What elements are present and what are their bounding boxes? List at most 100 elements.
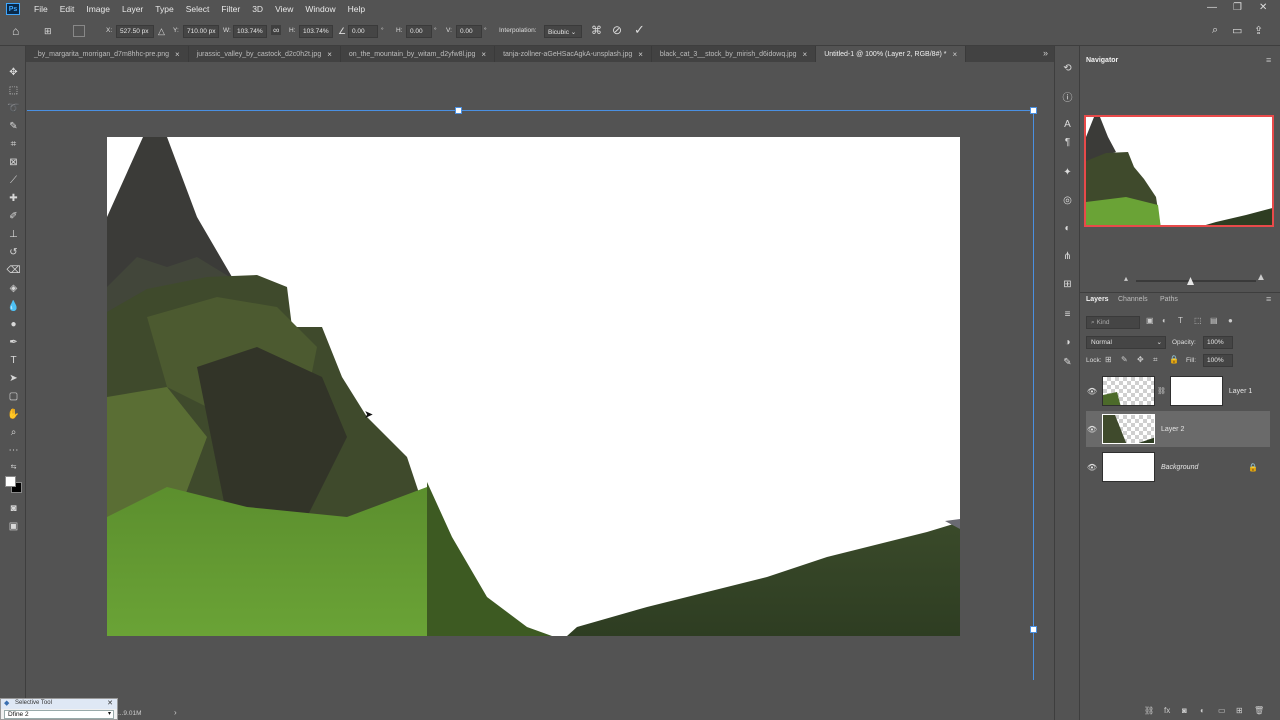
styles-icon[interactable]: ◑ xyxy=(1061,336,1074,349)
close-tab-icon[interactable]: × xyxy=(481,50,486,59)
workspace-icon[interactable]: ▭ xyxy=(1232,24,1242,37)
transform-handle-right[interactable] xyxy=(1030,626,1037,633)
tab-jurassic[interactable]: jurassic_valley_by_castock_d2c0h2t.jpg × xyxy=(189,46,341,62)
cancel-transform-icon[interactable]: ⊘ xyxy=(612,23,622,37)
opacity-field[interactable]: 100% xyxy=(1203,336,1233,349)
home-icon[interactable]: ⌂ xyxy=(12,24,19,38)
layers-tab[interactable]: Layers xyxy=(1086,296,1109,303)
lock-pixels-icon[interactable]: ✎ xyxy=(1121,355,1128,364)
menu-select[interactable]: Select xyxy=(180,4,216,14)
tab-untitled[interactable]: Untitled-1 @ 100% (Layer 2, RGB/8#) * × xyxy=(816,46,967,62)
reference-point-icon[interactable]: ⊞ xyxy=(44,26,52,37)
zoom-out-icon[interactable]: ▴ xyxy=(1124,274,1128,283)
filter-adjustment-icon[interactable]: ◐ xyxy=(1162,316,1167,325)
menu-file[interactable]: File xyxy=(28,4,54,14)
search-icon[interactable]: ⌕ xyxy=(1212,24,1218,37)
link-layers-icon[interactable]: ⛓ xyxy=(1144,706,1154,715)
h-skew-field[interactable]: 0.00 xyxy=(406,25,432,38)
filter-type-icon[interactable]: T xyxy=(1178,316,1183,325)
layer-style-icon[interactable]: fx xyxy=(1164,706,1170,715)
healing-brush-tool-icon[interactable]: ✚ xyxy=(7,192,20,205)
new-group-icon[interactable]: ▭ xyxy=(1218,706,1226,715)
close-tab-icon[interactable]: × xyxy=(327,50,332,59)
warp-icon[interactable]: ⌘ xyxy=(591,24,602,37)
visibility-eye-icon[interactable]: 👁 xyxy=(1086,387,1098,396)
minimize-icon[interactable]: — xyxy=(1207,2,1217,13)
navigator-tab[interactable]: Navigator xyxy=(1086,57,1118,64)
hand-tool-icon[interactable]: ✋ xyxy=(7,408,20,421)
quick-mask-icon[interactable]: ◙ xyxy=(7,502,20,515)
panel-menu-icon[interactable]: ≡ xyxy=(1266,55,1271,65)
close-tab-icon[interactable]: × xyxy=(638,50,643,59)
lock-transparency-icon[interactable]: ⊞ xyxy=(1105,355,1112,364)
blend-mode-select[interactable]: Normal ⌄ xyxy=(1086,336,1166,349)
commit-transform-icon[interactable]: ✓ xyxy=(634,22,645,38)
close-icon[interactable]: ✕ xyxy=(1259,2,1267,13)
swatches-icon[interactable]: ⊞ xyxy=(1061,278,1074,291)
link-icon[interactable]: ∞ xyxy=(271,25,282,35)
visibility-eye-icon[interactable]: 👁 xyxy=(1086,425,1098,434)
character-icon[interactable]: A xyxy=(1061,118,1074,131)
layer-row-background[interactable]: 👁 Background 🔒 xyxy=(1086,449,1270,485)
eraser-tool-icon[interactable]: ⌫ xyxy=(6,264,20,277)
visibility-eye-icon[interactable]: 👁 xyxy=(1086,463,1098,472)
lock-all-icon[interactable]: 🔒 xyxy=(1169,355,1179,364)
zoom-slider-track[interactable] xyxy=(1136,280,1256,282)
new-layer-icon[interactable]: ⊞ xyxy=(1236,706,1243,715)
color-icon[interactable]: ◐ xyxy=(1061,222,1074,235)
filter-toggle-icon[interactable]: ● xyxy=(1228,316,1233,325)
paths-tab[interactable]: Paths xyxy=(1160,296,1178,303)
menu-type[interactable]: Type xyxy=(149,4,179,14)
document-canvas[interactable] xyxy=(107,137,960,636)
type-tool-icon[interactable]: T xyxy=(7,354,20,367)
rectangle-tool-icon[interactable]: ▢ xyxy=(7,390,20,403)
paint-bucket-tool-icon[interactable]: ◈ xyxy=(7,282,20,295)
y-field[interactable]: 710.00 px xyxy=(183,25,219,38)
crop-tool-icon[interactable]: ⌗ xyxy=(7,138,20,151)
eyedropper-tool-icon[interactable]: ⟋ xyxy=(7,174,20,187)
status-arrow-icon[interactable]: › xyxy=(174,708,177,717)
quick-select-tool-icon[interactable]: ✎ xyxy=(7,120,20,133)
filter-shape-icon[interactable]: ⬚ xyxy=(1194,316,1202,325)
selective-tool-select[interactable]: Dfine 2 ▾ xyxy=(4,710,114,719)
close-tab-icon[interactable]: × xyxy=(803,50,808,59)
v-skew-field[interactable]: 0.00 xyxy=(456,25,482,38)
lock-artboard-icon[interactable]: ⌗ xyxy=(1153,355,1158,365)
lock-position-icon[interactable]: ✥ xyxy=(1137,355,1144,364)
libraries-icon[interactable]: ◎ xyxy=(1061,194,1074,207)
x-field[interactable]: 527.50 px xyxy=(116,25,154,38)
layers-menu-icon[interactable]: ≡ xyxy=(1266,294,1271,304)
width-field[interactable]: 103.74% xyxy=(233,25,267,38)
default-colors-icon[interactable]: ⇆ xyxy=(7,460,20,473)
blur-tool-icon[interactable]: 💧 xyxy=(7,300,20,313)
reference-point-toggle[interactable] xyxy=(73,25,85,37)
info-icon[interactable]: ⓘ xyxy=(1061,90,1074,104)
more-tools-icon[interactable]: ⋯ xyxy=(7,444,20,457)
chain-link-icon[interactable]: ⛓ xyxy=(1157,387,1166,395)
channels-tab[interactable]: Channels xyxy=(1118,296,1148,303)
filter-pixel-icon[interactable]: ▣ xyxy=(1146,316,1154,325)
menu-filter[interactable]: Filter xyxy=(215,4,246,14)
lock-icon[interactable]: 🔒 xyxy=(1248,463,1258,472)
close-icon[interactable]: ✕ xyxy=(107,699,113,707)
share-icon[interactable]: ⇪ xyxy=(1254,24,1263,37)
add-mask-icon[interactable]: ◙ xyxy=(1182,706,1187,715)
menu-layer[interactable]: Layer xyxy=(116,4,149,14)
menu-view[interactable]: View xyxy=(269,4,299,14)
navigator-preview[interactable] xyxy=(1084,115,1274,227)
history-brush-tool-icon[interactable]: ↺ xyxy=(7,246,20,259)
lasso-tool-icon[interactable]: ➰ xyxy=(7,102,20,115)
angle-field[interactable]: 0.00 xyxy=(348,25,378,38)
tab-mountain[interactable]: on_the_mountain_by_witam_d2yfw8l.jpg × xyxy=(341,46,496,62)
selective-tool-titlebar[interactable]: ◆ Selective Tool ✕ xyxy=(1,699,117,709)
filter-smart-object-icon[interactable]: ▤ xyxy=(1210,316,1218,325)
foreground-color-swatch[interactable] xyxy=(5,476,16,487)
close-tab-icon[interactable]: × xyxy=(952,50,957,59)
interpolation-select[interactable]: Bicubic ⌄ xyxy=(544,25,582,38)
layer-row-layer-2[interactable]: 👁 Layer 2 xyxy=(1086,411,1270,447)
relative-position-icon[interactable]: △ xyxy=(158,26,165,37)
adjustments-icon[interactable]: ⋔ xyxy=(1061,250,1074,263)
frame-tool-icon[interactable]: ⊠ xyxy=(7,156,20,169)
marquee-tool-icon[interactable]: ⬚ xyxy=(7,84,20,97)
close-tab-icon[interactable]: × xyxy=(175,50,180,59)
